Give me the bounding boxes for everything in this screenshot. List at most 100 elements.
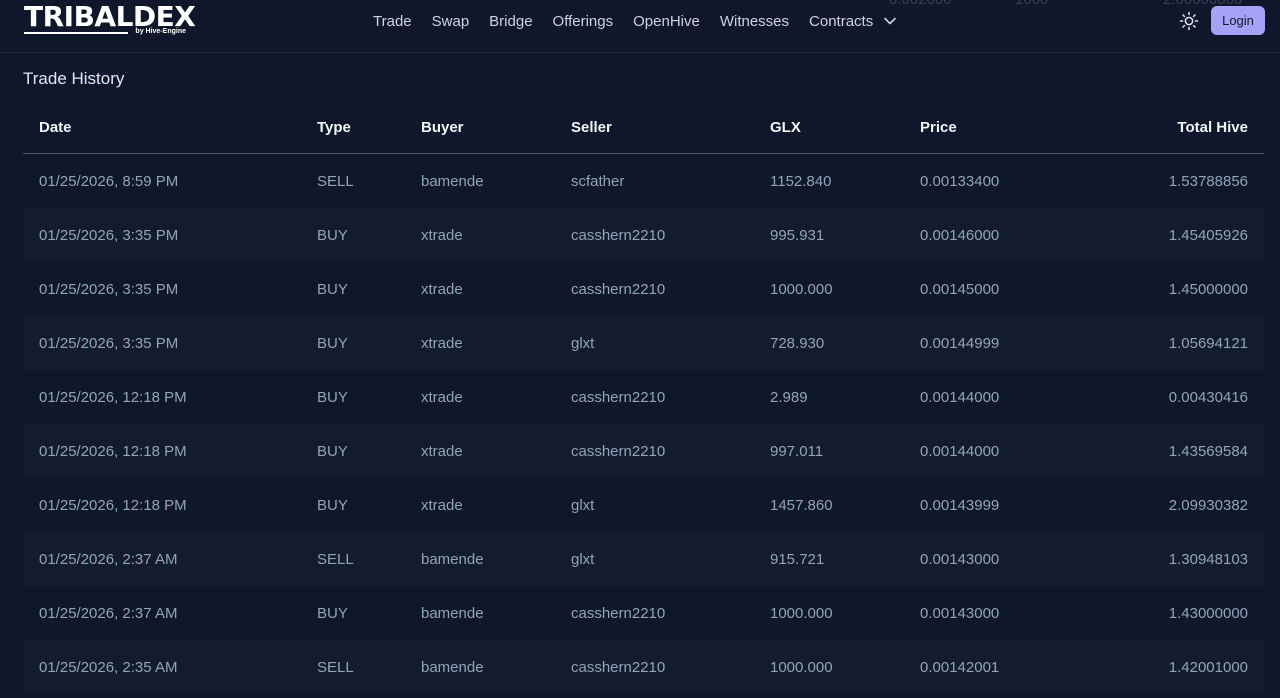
cell-price: 0.00145000	[920, 280, 1000, 298]
cell-seller: scfather	[571, 172, 625, 190]
cell-type: SELL	[317, 658, 354, 676]
cell-seller: casshern2210	[571, 280, 666, 298]
cell-buyer: xtrade	[421, 442, 463, 460]
cell-seller: glxt	[571, 550, 595, 568]
column-header-price[interactable]: Price	[920, 119, 957, 136]
cell-total-hive: 1.45405926	[1168, 226, 1248, 244]
cell-buyer: xtrade	[421, 334, 463, 352]
nav-witnesses[interactable]: Witnesses	[720, 13, 789, 30]
cell-price: 0.00146000	[920, 226, 1000, 244]
table-body: 01/25/2026, 8:59 PM SELL bamende scfather 11…	[23, 154, 1264, 694]
cell-price: 0.00143000	[920, 550, 1000, 568]
cell-glx: 995.931	[770, 226, 825, 244]
cell-price: 0.00142001	[920, 658, 1000, 676]
trade-history-title: Trade History	[23, 69, 125, 88]
table-row: 01/25/2026, 2:35 AM SELL bamende casshern22…	[23, 640, 1264, 694]
table-row: 01/25/2026, 2:37 AM SELL bamende glxt 915.72…	[23, 532, 1264, 586]
table-row: 01/25/2026, 2:37 AM BUY bamende casshern221…	[23, 586, 1264, 640]
cell-seller: glxt	[571, 334, 595, 352]
logo-subtext: by Hive-Engine	[135, 28, 186, 35]
nav-openhive[interactable]: OpenHive	[633, 13, 700, 30]
cell-seller: casshern2210	[571, 388, 666, 406]
nav-offerings[interactable]: Offerings	[553, 13, 614, 30]
cell-date: 01/25/2026, 3:35 PM	[39, 226, 179, 244]
cell-total-hive: 1.42001000	[1168, 658, 1248, 676]
cell-total-hive: 1.53788856	[1168, 172, 1248, 190]
cell-buyer: xtrade	[421, 226, 463, 244]
top-navbar: 0.002000 1000 2.00000000 TRIBALDEX by Hi…	[0, 0, 1280, 53]
cell-price: 0.00143000	[920, 604, 1000, 622]
cell-total-hive: 1.45000000	[1168, 280, 1248, 298]
column-header-type[interactable]: Type	[317, 119, 351, 136]
cell-glx: 2.989	[770, 388, 808, 406]
nav-contracts-label: Contracts	[809, 12, 874, 30]
cell-type: BUY	[317, 496, 348, 514]
cell-buyer: bamende	[421, 550, 484, 568]
cell-glx: 915.721	[770, 550, 825, 568]
cell-type: BUY	[317, 388, 348, 406]
cell-price: 0.00144000	[920, 442, 1000, 460]
trade-history-table: Date Type Buyer Seller GLX Price Total H…	[23, 101, 1264, 694]
nav-trade[interactable]: Trade	[373, 13, 412, 30]
cell-date: 01/25/2026, 12:18 PM	[39, 496, 187, 514]
cell-glx: 728.930	[770, 334, 825, 352]
cell-date: 01/25/2026, 2:35 AM	[39, 658, 178, 676]
cell-total-hive: 2.09930382	[1168, 496, 1248, 514]
cell-glx: 997.011	[770, 442, 824, 460]
ghost-value: 1000	[1015, 0, 1048, 8]
column-header-total-hive[interactable]: Total Hive	[1177, 119, 1248, 136]
table-row: 01/25/2026, 12:18 PM BUY xtrade casshern221…	[23, 424, 1264, 478]
nav-contracts-dropdown[interactable]: Contracts	[809, 13, 897, 30]
cell-glx: 1152.840	[770, 172, 832, 190]
cell-date: 01/25/2026, 8:59 PM	[39, 172, 179, 190]
cell-type: BUY	[317, 280, 348, 298]
cell-seller: casshern2210	[571, 604, 666, 622]
cell-price: 0.00144999	[920, 334, 1000, 352]
ghost-value: 0.002000	[889, 0, 952, 8]
cell-glx: 1000.000	[770, 280, 833, 298]
cell-seller: casshern2210	[571, 658, 666, 676]
cell-total-hive: 1.43569584	[1168, 442, 1248, 460]
cell-date: 01/25/2026, 12:18 PM	[39, 388, 187, 406]
column-header-seller[interactable]: Seller	[571, 119, 612, 136]
cell-buyer: bamende	[421, 604, 484, 622]
cell-price: 0.00133400	[920, 172, 1000, 190]
cell-type: SELL	[317, 172, 354, 190]
cell-buyer: bamende	[421, 658, 484, 676]
column-header-date[interactable]: Date	[39, 119, 72, 136]
table-row: 01/25/2026, 8:59 PM SELL bamende scfather 11…	[23, 154, 1264, 208]
cell-total-hive: 0.00430416	[1168, 388, 1248, 406]
cell-total-hive: 1.43000000	[1168, 604, 1248, 622]
table-row: 01/25/2026, 3:35 PM BUY xtrade casshern2210…	[23, 208, 1264, 262]
table-row: 01/25/2026, 3:35 PM BUY xtrade casshern2210…	[23, 262, 1264, 316]
cell-seller: casshern2210	[571, 442, 666, 460]
cell-date: 01/25/2026, 2:37 AM	[39, 550, 178, 568]
cell-date: 01/25/2026, 2:37 AM	[39, 604, 178, 622]
logo-underline	[24, 32, 128, 34]
cell-buyer: xtrade	[421, 280, 463, 298]
table-row: 01/25/2026, 3:35 PM BUY xtrade glxt 728.930 0…	[23, 316, 1264, 370]
table-row: 01/25/2026, 12:18 PM BUY xtrade glxt 1457.86…	[23, 478, 1264, 532]
login-button[interactable]: Login	[1211, 6, 1265, 35]
cell-total-hive: 1.05694121	[1168, 334, 1248, 352]
column-header-glx[interactable]: GLX	[770, 119, 801, 136]
cell-glx: 1000.000	[770, 658, 833, 676]
table-header: Date Type Buyer Seller GLX Price Total H…	[23, 101, 1264, 154]
cell-total-hive: 1.30948103	[1168, 550, 1248, 568]
cell-type: BUY	[317, 226, 348, 244]
chevron-down-icon	[884, 17, 897, 25]
tribaldex-logo[interactable]: TRIBALDEX by Hive-Engine	[24, 2, 196, 36]
nav-swap[interactable]: Swap	[432, 13, 470, 30]
column-header-buyer[interactable]: Buyer	[421, 119, 464, 136]
cell-buyer: xtrade	[421, 496, 463, 514]
cell-type: SELL	[317, 550, 354, 568]
nav-bridge[interactable]: Bridge	[489, 13, 532, 30]
cell-date: 01/25/2026, 3:35 PM	[39, 280, 179, 298]
main-nav: Trade Swap Bridge Offerings OpenHive Wit…	[373, 11, 897, 31]
cell-buyer: xtrade	[421, 388, 463, 406]
cell-price: 0.00143999	[920, 496, 1000, 514]
cell-glx: 1000.000	[770, 604, 833, 622]
cell-buyer: bamende	[421, 172, 484, 190]
cell-glx: 1457.860	[770, 496, 833, 514]
theme-toggle-sun-icon[interactable]	[1179, 11, 1199, 31]
